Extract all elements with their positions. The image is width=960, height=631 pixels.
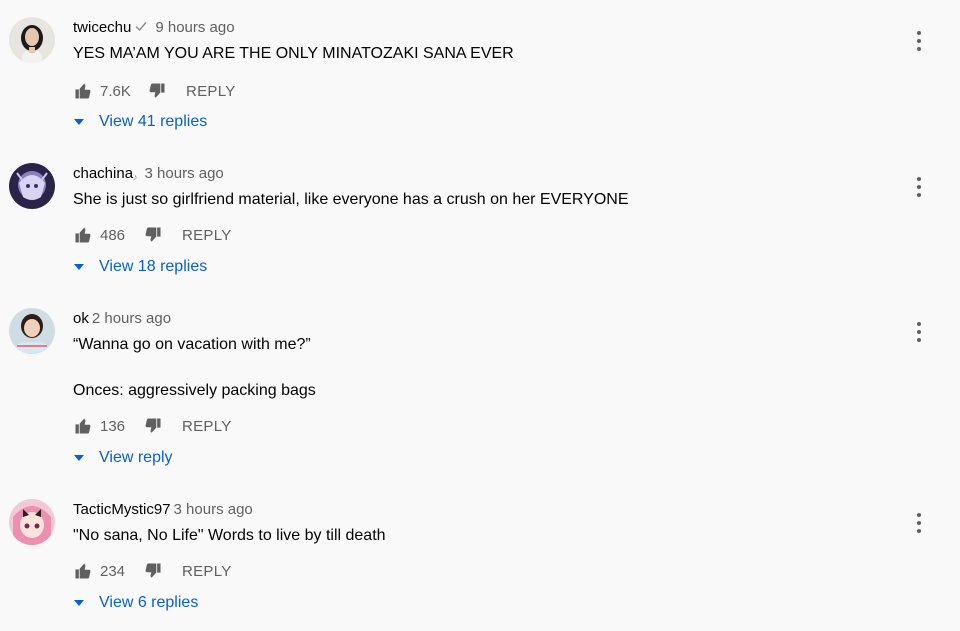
view-replies-button[interactable]: View 41 replies [73,113,207,131]
dislike-button-icon[interactable] [143,225,163,245]
avatar[interactable] [9,308,55,354]
reply-button[interactable]: REPLY [182,227,232,244]
view-replies-label: View 41 replies [99,113,208,130]
avatar[interactable] [9,163,55,209]
chevron-down-icon [74,264,84,270]
comment-text: She is just so girlfriend material, like… [73,191,629,208]
comment-timestamp[interactable]: 3 hours ago [145,165,224,182]
music-note-icon: ♪ [133,172,138,182]
more-options-button[interactable] [912,511,926,535]
avatar[interactable] [9,17,55,63]
reply-button[interactable]: REPLY [182,563,232,580]
comment-header: twicechu 9 hours ago [73,18,880,38]
dislike-button-icon[interactable] [147,81,167,101]
view-replies-button[interactable]: View reply [73,449,173,467]
author-name[interactable]: TacticMystic97 [73,501,171,518]
view-replies-label: View 6 replies [99,594,199,611]
view-replies-label: View 18 replies [99,258,208,275]
reply-button[interactable]: REPLY [182,418,232,435]
like-button-icon[interactable] [73,561,93,581]
comment-timestamp[interactable]: 9 hours ago [155,19,234,36]
comment-body: ok 2 hours ago “Wanna go on vacation with… [73,308,880,466]
comment-timestamp[interactable]: 2 hours ago [92,310,171,327]
author-name[interactable]: ok [73,310,89,327]
comment-body: chachina♪ 3 hours ago She is just so girl… [73,163,880,275]
like-count: 486 [100,226,126,244]
chevron-down-icon [74,119,84,125]
comment-actions: 136 REPLY [73,414,232,438]
author-name[interactable]: chachina [73,165,133,182]
like-count: 234 [100,562,126,580]
reply-button[interactable]: REPLY [186,83,236,100]
like-button-icon[interactable] [73,81,93,101]
verified-check-icon [135,22,147,32]
like-button-icon[interactable] [73,416,93,436]
comment-header: ok 2 hours ago [73,309,880,329]
view-replies-label: View reply [99,449,173,466]
comment-body: twicechu 9 hours ago YES MA’AM YOU ARE TH… [73,17,880,130]
more-options-button[interactable] [912,320,926,344]
chevron-down-icon [74,455,84,461]
comment-text: "No sana, No Life" Words to live by till… [73,527,386,544]
comment-actions: 486 REPLY [73,223,232,247]
comment-text: “Wanna go on vacation with me?” Onces: a… [73,336,316,399]
avatar[interactable] [9,499,55,545]
more-options-button[interactable] [912,29,926,53]
like-button-icon[interactable] [73,225,93,245]
view-replies-button[interactable]: View 6 replies [73,594,198,612]
comment-timestamp[interactable]: 3 hours ago [174,501,253,518]
author-name[interactable]: twicechu [73,19,131,36]
dislike-button-icon[interactable] [143,416,163,436]
like-count: 7.6K [100,82,131,100]
view-replies-button[interactable]: View 18 replies [73,258,207,276]
more-options-button[interactable] [912,175,926,199]
comment-header: chachina♪ 3 hours ago [73,164,880,184]
like-count: 136 [100,417,126,435]
comment-text: YES MA’AM YOU ARE THE ONLY MINATOZAKI SA… [73,45,514,62]
comment-actions: 234 REPLY [73,559,232,583]
comment-actions: 7.6K REPLY [73,79,236,103]
dislike-button-icon[interactable] [143,561,163,581]
chevron-down-icon [74,600,84,606]
comment-body: TacticMystic97 3 hours ago "No sana, No L… [73,499,880,611]
comment-header: TacticMystic97 3 hours ago [73,500,880,520]
